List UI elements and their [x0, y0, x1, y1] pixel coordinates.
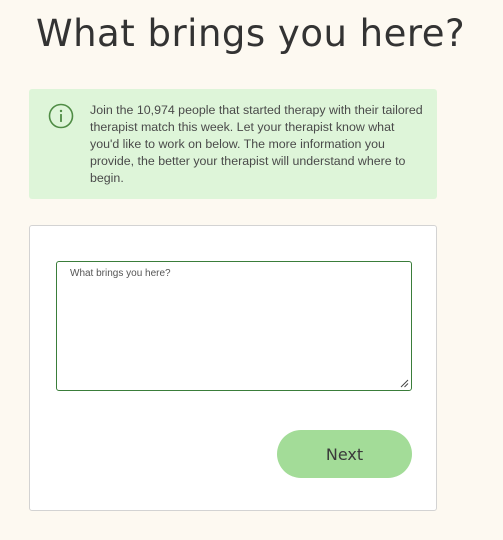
form-card: Next — [29, 225, 437, 511]
what-brings-you-here-textarea[interactable] — [56, 261, 412, 391]
info-banner-text: Join the 10,974 people that started ther… — [90, 103, 423, 185]
next-button[interactable]: Next — [277, 430, 412, 478]
info-icon — [48, 103, 74, 129]
info-banner: Join the 10,974 people that started ther… — [29, 89, 437, 199]
resize-grip-icon[interactable] — [400, 379, 409, 388]
page-title: What brings you here? — [36, 12, 466, 55]
page: What brings you here? Join the 10,974 pe… — [0, 0, 503, 540]
